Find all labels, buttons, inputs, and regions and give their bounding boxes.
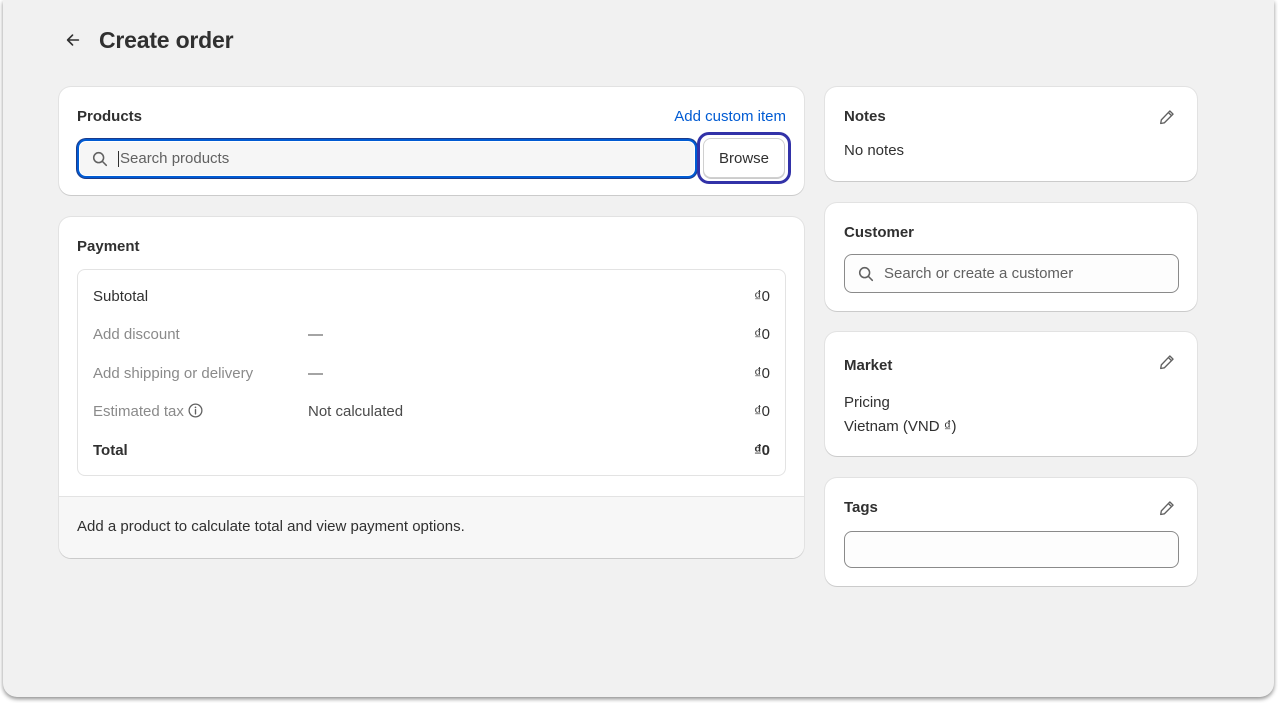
notes-title: Notes	[844, 108, 886, 125]
payment-row-shipping[interactable]: Add shipping or delivery — ₫0	[93, 363, 770, 383]
arrow-left-icon	[66, 34, 80, 46]
payment-title: Payment	[77, 238, 140, 255]
total-amount: ₫0	[753, 441, 770, 459]
payment-row-discount[interactable]: Add discount — ₫0	[93, 324, 770, 344]
tags-input[interactable]	[844, 531, 1179, 568]
tags-title: Tags	[844, 499, 878, 516]
pencil-icon	[1160, 501, 1174, 516]
pencil-icon	[1160, 355, 1174, 370]
tax-detail: Not calculated	[308, 402, 404, 420]
customer-search-input[interactable]: Search or create a customer	[844, 254, 1179, 293]
notes-card: Notes No notes	[825, 87, 1197, 181]
payment-row-total: Total ₫0	[93, 440, 770, 460]
payment-row-subtotal: Subtotal ₫0	[93, 286, 770, 306]
pencil-icon	[1160, 110, 1174, 125]
products-card: Products Add custom item Search products…	[59, 87, 804, 195]
discount-detail: —	[308, 325, 323, 343]
estimated-tax-cell: Estimated tax	[93, 402, 308, 420]
add-custom-item-link[interactable]: Add custom item	[674, 108, 786, 125]
product-search-input[interactable]: Search products	[77, 139, 697, 178]
search-icon	[92, 151, 108, 166]
add-discount-label[interactable]: Add discount	[93, 326, 308, 343]
page-header: Create order	[61, 24, 234, 56]
notes-text: No notes	[844, 142, 905, 159]
estimated-tax-label: Estimated tax	[93, 403, 184, 420]
shipping-amount: ₫0	[753, 364, 770, 382]
payment-summary: Subtotal ₫0 Add discount — ₫0 Add shippi…	[77, 269, 786, 476]
customer-card: Customer Search or create a customer	[825, 203, 1197, 311]
edit-notes-button[interactable]	[1158, 108, 1176, 126]
customer-title: Customer	[844, 224, 915, 241]
payment-card: Payment Subtotal ₫0 Add discount — ₫0 Ad…	[59, 217, 804, 558]
add-shipping-label[interactable]: Add shipping or delivery	[93, 365, 308, 382]
shipping-detail: —	[308, 364, 323, 382]
edit-market-button[interactable]	[1158, 353, 1176, 371]
product-search-placeholder: Search products	[118, 149, 230, 167]
browse-focus-ring: Browse	[697, 132, 791, 184]
payment-row-tax: Estimated tax Not calculated ₫0	[93, 401, 770, 421]
subtotal-label: Subtotal	[93, 287, 149, 305]
edit-tags-button[interactable]	[1158, 499, 1176, 517]
products-title: Products	[77, 108, 143, 125]
discount-amount: ₫0	[753, 325, 770, 343]
tags-card: Tags	[825, 478, 1197, 586]
page-title: Create order	[99, 26, 234, 53]
info-icon[interactable]	[187, 402, 204, 419]
market-card: Market Pricing Vietnam (VND ₫)	[825, 332, 1197, 456]
pricing-value: Vietnam (VND ₫)	[844, 418, 957, 435]
search-icon	[858, 266, 874, 281]
browse-button[interactable]: Browse	[703, 138, 785, 178]
pricing-label: Pricing	[844, 394, 890, 411]
subtotal-amount: ₫0	[753, 287, 770, 305]
customer-search-placeholder: Search or create a customer	[884, 265, 1074, 282]
tax-amount: ₫0	[753, 402, 770, 420]
app-frame: Create order Products Add custom item Se…	[3, 0, 1274, 697]
back-button[interactable]	[61, 28, 85, 52]
payment-footer-message: Add a product to calculate total and vie…	[59, 496, 804, 558]
total-label: Total	[93, 441, 128, 459]
market-title: Market	[844, 357, 893, 374]
